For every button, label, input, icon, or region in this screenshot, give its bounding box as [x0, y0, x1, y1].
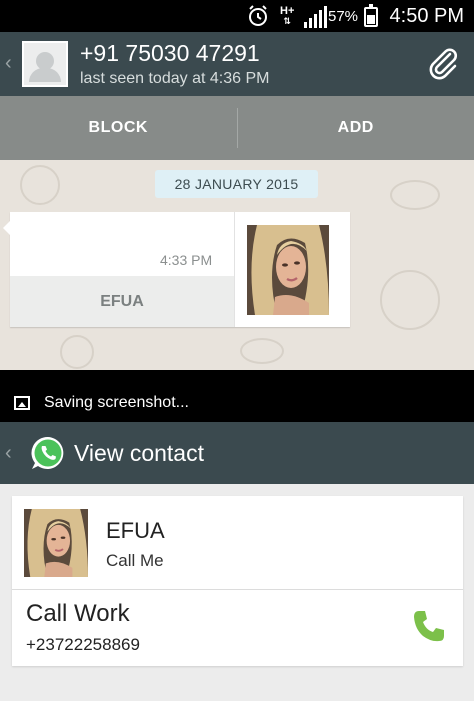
signal-icon [304, 6, 327, 28]
contact-message-bubble[interactable]: 4:33 PM EFUA [3, 212, 350, 327]
add-button[interactable]: ADD [238, 96, 474, 160]
block-button[interactable]: BLOCK [0, 96, 237, 160]
message-time: 4:33 PM [160, 252, 213, 268]
battery-fill [367, 14, 375, 24]
status-bar: H+ ⇅ 57% 4:50 PM [0, 0, 474, 32]
back-chevron-icon[interactable]: ‹ [5, 52, 12, 75]
card-divider [12, 589, 463, 590]
contact-card: EFUA Call Me Call Work +23722258869 [12, 496, 463, 666]
contact-action-bar: BLOCK ADD [0, 96, 474, 160]
chat-area: 28 JANUARY 2015 4:33 PM EFUA [0, 160, 474, 370]
call-work-label[interactable]: Call Work [26, 600, 130, 628]
last-seen-text: last seen today at 4:36 PM [80, 70, 270, 87]
view-contact-header: ‹ View contact [0, 422, 474, 484]
background-doodle [380, 270, 440, 330]
whatsapp-icon[interactable] [29, 434, 67, 472]
status-time: 4:50 PM [389, 4, 464, 27]
battery-icon [364, 0, 378, 32]
contact-card-photo[interactable] [24, 509, 88, 577]
back-chevron-icon[interactable]: ‹ [5, 442, 12, 465]
network-type-label: H+ [280, 5, 295, 17]
alarm-icon [246, 0, 270, 32]
phone-icon[interactable] [411, 608, 447, 644]
background-doodle [240, 338, 284, 364]
contact-photo [247, 225, 329, 315]
shared-contact-photo-frame[interactable] [234, 212, 350, 327]
contact-status: Call Me [106, 551, 164, 570]
contact-name: EFUA [106, 518, 165, 543]
chat-contact-phone[interactable]: +91 75030 47291 [80, 40, 260, 67]
background-doodle [60, 335, 94, 369]
background-doodle [390, 180, 440, 210]
background-doodle [20, 165, 60, 205]
call-work-number[interactable]: +23722258869 [26, 635, 140, 655]
saving-screenshot-text: Saving screenshot... [44, 394, 189, 411]
image-icon [14, 396, 30, 410]
chat-header: ‹ +91 75030 47291 last seen today at 4:3… [0, 32, 474, 96]
view-contact-title: View contact [74, 440, 204, 466]
default-avatar-icon[interactable] [22, 41, 68, 87]
paperclip-icon[interactable] [426, 46, 460, 80]
network-icon: H+ ⇅ [280, 5, 295, 27]
battery-percent: 57% [328, 7, 359, 25]
date-chip: 28 JANUARY 2015 [155, 170, 318, 198]
shared-contact-name[interactable]: EFUA [10, 276, 234, 327]
saving-screenshot-bar: Saving screenshot... [0, 385, 474, 421]
